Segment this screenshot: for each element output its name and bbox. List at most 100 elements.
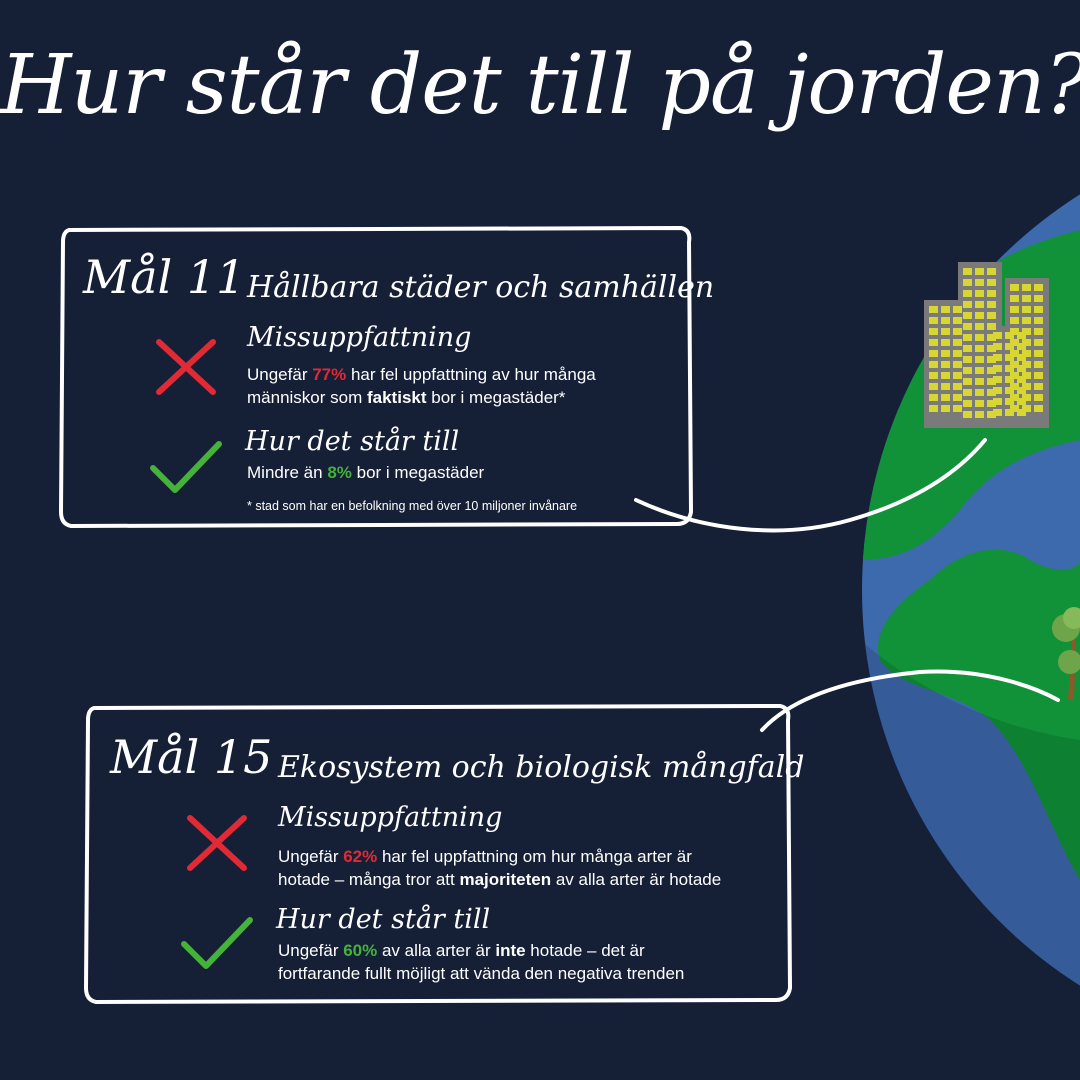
building-window	[1022, 284, 1031, 291]
building-window	[929, 328, 938, 335]
green-checkmark-icon	[150, 441, 222, 493]
building-window	[1017, 387, 1026, 394]
building-window	[963, 411, 972, 418]
building-window	[1034, 306, 1043, 313]
building-window	[953, 317, 962, 324]
building-window	[993, 332, 1002, 339]
building-window	[953, 350, 962, 357]
building-window	[963, 312, 972, 319]
misconception-heading: Missuppfattning	[247, 322, 472, 353]
building-window	[929, 383, 938, 390]
red-cross-icon	[156, 339, 216, 395]
building-window	[975, 290, 984, 297]
building-window	[963, 334, 972, 341]
building-window	[993, 376, 1002, 383]
building-window	[929, 317, 938, 324]
building-window	[1010, 317, 1019, 324]
goal-topic: Hållbara städer och samhällen	[247, 270, 715, 305]
building-window	[1005, 387, 1014, 394]
building-window	[993, 387, 1002, 394]
building-window	[975, 345, 984, 352]
fact-percent: 8%	[327, 463, 352, 482]
footnote: * stad som har en befolkning med över 10…	[247, 499, 578, 513]
building-window	[1017, 365, 1026, 372]
building-window	[1034, 361, 1043, 368]
text-line: människor som faktiskt bor i megastäder*	[247, 388, 566, 407]
building-window	[1005, 376, 1014, 383]
building-window	[975, 400, 984, 407]
text-line: hotade – många tror att majoriteten av a…	[278, 870, 722, 889]
building-window	[993, 409, 1002, 416]
building-window	[953, 372, 962, 379]
building-window	[1034, 328, 1043, 335]
building-window	[963, 378, 972, 385]
goal-number: Mål 11	[83, 250, 246, 304]
building-window	[1005, 343, 1014, 350]
building-window	[929, 306, 938, 313]
goal-card-15: Mål 15 Ekosystem och biologisk mångfald …	[80, 700, 804, 1008]
building-window	[1034, 394, 1043, 401]
building-window	[963, 290, 972, 297]
building-window	[1034, 372, 1043, 379]
text-line: Ungefär 62% har fel uppfattning om hur m…	[278, 847, 692, 866]
building-window	[993, 354, 1002, 361]
building-window	[975, 301, 984, 308]
fact-heading: Hur det står till	[245, 426, 460, 457]
text-line: fortfarande fullt möjligt att vända den …	[278, 964, 685, 983]
building-window	[993, 398, 1002, 405]
building-window	[987, 279, 996, 286]
building-window	[953, 339, 962, 346]
building-window	[975, 367, 984, 374]
building-window	[941, 306, 950, 313]
building-window	[1010, 284, 1019, 291]
misconception-text: Ungefär 77% har fel uppfattning av hur m…	[247, 363, 596, 409]
text-line: Ungefär 77% har fel uppfattning av hur m…	[247, 365, 596, 384]
building-window	[993, 365, 1002, 372]
building-window	[975, 411, 984, 418]
building-window	[941, 328, 950, 335]
page-title: Hur står det till på jorden?	[0, 38, 1080, 133]
building-window	[929, 394, 938, 401]
building-window	[975, 279, 984, 286]
building-window	[953, 405, 962, 412]
building-window	[1022, 306, 1031, 313]
building-window	[1005, 398, 1014, 405]
building-window	[1022, 295, 1031, 302]
city-buildings-icon	[924, 262, 1049, 428]
building-window	[1017, 332, 1026, 339]
building-window	[1034, 405, 1043, 412]
building-window	[953, 394, 962, 401]
building-window	[1017, 343, 1026, 350]
text-line: Ungefär 60% av alla arter är inte hotade…	[278, 941, 645, 960]
building-window	[941, 372, 950, 379]
fact-text: Mindre än 8% bor i megastäder	[247, 461, 484, 484]
building-window	[1022, 317, 1031, 324]
building-window	[963, 279, 972, 286]
building-window	[1017, 376, 1026, 383]
building-window	[929, 372, 938, 379]
building-window	[963, 345, 972, 352]
building-window	[1005, 332, 1014, 339]
building-window	[941, 339, 950, 346]
building-window	[953, 383, 962, 390]
building-window	[1017, 409, 1026, 416]
building-window	[987, 301, 996, 308]
building-window	[1034, 339, 1043, 346]
building-window	[941, 361, 950, 368]
building-window	[953, 306, 962, 313]
building-window	[963, 301, 972, 308]
building-window	[963, 356, 972, 363]
misconception-percent: 77%	[312, 365, 347, 384]
building-window	[941, 383, 950, 390]
building-window	[929, 339, 938, 346]
building-window	[1034, 317, 1043, 324]
building-window	[987, 290, 996, 297]
misconception-heading: Missuppfattning	[278, 802, 503, 833]
building-window	[987, 268, 996, 275]
building-window	[975, 323, 984, 330]
building-window	[941, 405, 950, 412]
building-window	[963, 367, 972, 374]
building-window	[987, 323, 996, 330]
text-line: Mindre än 8% bor i megastäder	[247, 463, 485, 482]
building-window	[987, 312, 996, 319]
